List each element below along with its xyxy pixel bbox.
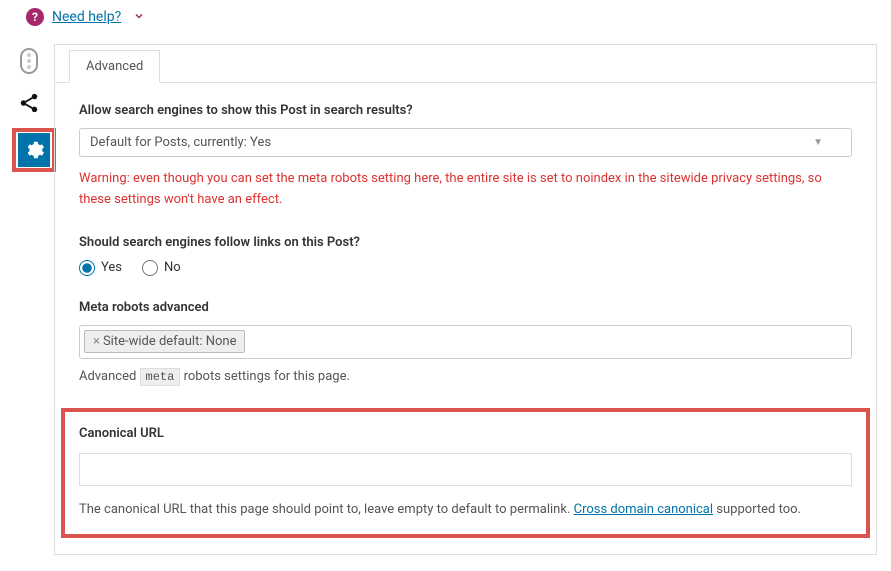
- canonical-section-highlighted: Canonical URL The canonical URL that thi…: [61, 408, 870, 539]
- search-results-select[interactable]: Default for Posts, currently: Yes ▼: [79, 128, 852, 157]
- chevron-down-icon[interactable]: [133, 10, 145, 25]
- traffic-light-icon: [20, 48, 38, 74]
- search-results-warning: Warning: even though you can set the met…: [79, 169, 852, 211]
- chip-remove-icon[interactable]: ×: [93, 334, 100, 349]
- canonical-help: The canonical URL that this page should …: [79, 500, 852, 521]
- follow-links-label: Should search engines follow links on th…: [79, 235, 852, 250]
- share-icon: [18, 92, 40, 114]
- meta-robots-label: Meta robots advanced: [79, 300, 852, 315]
- sidebar-item-advanced-highlighted: [12, 128, 56, 172]
- meta-code: meta: [140, 368, 181, 386]
- radio-yes-label: Yes: [101, 260, 122, 275]
- follow-links-yes[interactable]: Yes: [79, 260, 122, 276]
- need-help-link[interactable]: Need help?: [52, 9, 121, 25]
- radio-no-label: No: [164, 260, 181, 275]
- search-results-label: Allow search engines to show this Post i…: [79, 103, 852, 118]
- gear-icon: [23, 139, 45, 161]
- sidebar-item-readability[interactable]: [12, 44, 46, 78]
- sidebar-item-social[interactable]: [12, 86, 46, 120]
- follow-links-no[interactable]: No: [142, 260, 181, 276]
- caret-down-icon: ▼: [813, 137, 823, 148]
- cross-domain-canonical-link[interactable]: Cross domain canonical: [574, 502, 713, 517]
- radio-yes[interactable]: [79, 260, 95, 276]
- sidebar-item-advanced[interactable]: [18, 133, 50, 167]
- search-results-value: Default for Posts, currently: Yes: [90, 135, 271, 150]
- canonical-url-input[interactable]: [79, 453, 852, 486]
- tab-advanced[interactable]: Advanced: [69, 50, 160, 83]
- meta-robots-chip[interactable]: ×Site-wide default: None: [84, 330, 245, 353]
- meta-robots-help: Advanced meta robots settings for this p…: [79, 369, 852, 384]
- canonical-label: Canonical URL: [79, 426, 852, 441]
- radio-no[interactable]: [142, 260, 158, 276]
- meta-robots-select[interactable]: ×Site-wide default: None: [79, 325, 852, 359]
- help-icon: ?: [26, 8, 44, 26]
